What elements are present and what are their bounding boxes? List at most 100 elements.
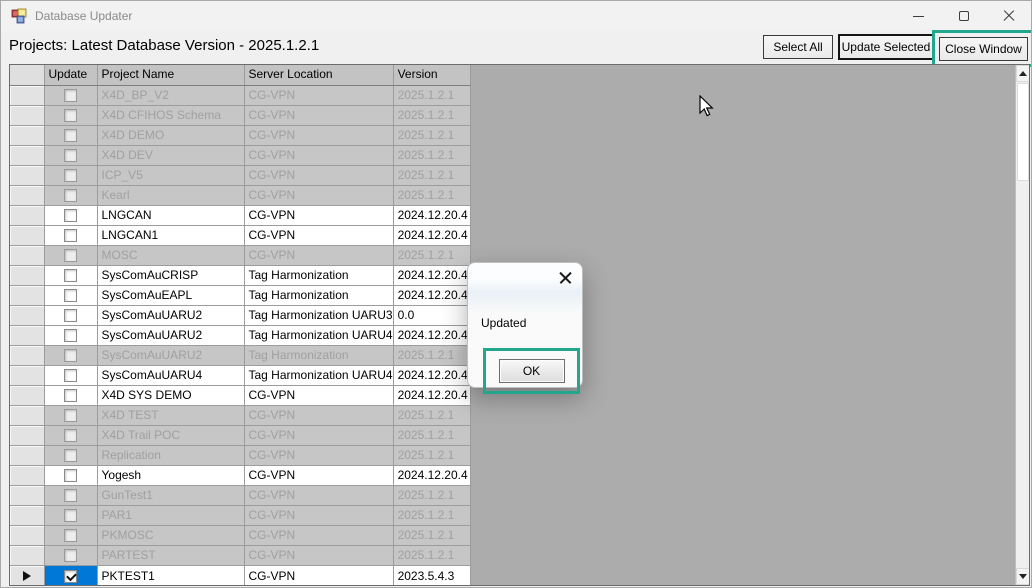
update-checkbox-cell[interactable] (44, 145, 97, 165)
project-name-cell[interactable]: SysComAuEAPL (97, 285, 244, 305)
update-checkbox[interactable] (64, 229, 77, 242)
version-cell[interactable]: 2025.1.2.1 (393, 525, 470, 545)
row-header-cell[interactable] (10, 505, 44, 525)
select-all-button[interactable]: Select All (763, 35, 833, 59)
row-header-cell[interactable] (10, 485, 44, 505)
row-header-cell[interactable] (10, 385, 44, 405)
update-checkbox-cell[interactable] (44, 405, 97, 425)
row-header-cell[interactable] (10, 85, 44, 105)
project-name-cell[interactable]: MOSC (97, 245, 244, 265)
update-checkbox-cell[interactable] (44, 505, 97, 525)
server-location-cell[interactable]: CG-VPN (244, 405, 393, 425)
server-location-cell[interactable]: CG-VPN (244, 485, 393, 505)
project-name-cell[interactable]: LNGCAN1 (97, 225, 244, 245)
version-cell[interactable]: 2025.1.2.1 (393, 425, 470, 445)
scroll-up-button[interactable] (1016, 65, 1030, 82)
update-checkbox-cell[interactable] (44, 365, 97, 385)
row-header-cell[interactable] (10, 365, 44, 385)
version-cell[interactable]: 2025.1.2.1 (393, 85, 470, 105)
server-location-cell[interactable]: Tag Harmonization (244, 265, 393, 285)
row-header-cell[interactable] (10, 125, 44, 145)
update-checkbox-cell[interactable] (44, 465, 97, 485)
update-checkbox-cell[interactable] (44, 185, 97, 205)
column-header-row-selector[interactable] (10, 65, 44, 85)
version-cell[interactable]: 2025.1.2.1 (393, 145, 470, 165)
server-location-cell[interactable]: CG-VPN (244, 125, 393, 145)
row-header-cell[interactable] (10, 565, 44, 586)
project-name-cell[interactable]: SysComAuUARU2 (97, 345, 244, 365)
close-window-button[interactable]: Close Window (939, 37, 1028, 61)
project-name-cell[interactable]: Kearl (97, 185, 244, 205)
update-checkbox[interactable] (64, 289, 77, 302)
server-location-cell[interactable]: CG-VPN (244, 545, 393, 565)
project-name-cell[interactable]: Yogesh (97, 465, 244, 485)
row-header-cell[interactable] (10, 165, 44, 185)
version-cell[interactable]: 2024.12.20.4 (393, 205, 470, 225)
update-checkbox[interactable] (64, 129, 77, 142)
update-selected-button[interactable]: Update Selected (838, 34, 934, 60)
update-checkbox[interactable] (64, 169, 77, 182)
update-checkbox[interactable] (64, 570, 77, 583)
project-name-cell[interactable]: PKTEST1 (97, 565, 244, 586)
version-cell[interactable]: 2025.1.2.1 (393, 105, 470, 125)
update-checkbox-cell[interactable] (44, 265, 97, 285)
row-header-cell[interactable] (10, 245, 44, 265)
row-header-cell[interactable] (10, 185, 44, 205)
server-location-cell[interactable]: CG-VPN (244, 385, 393, 405)
row-header-cell[interactable] (10, 305, 44, 325)
project-name-cell[interactable]: LNGCAN (97, 205, 244, 225)
minimize-button[interactable] (896, 1, 941, 31)
version-cell[interactable]: 2025.1.2.1 (393, 485, 470, 505)
server-location-cell[interactable]: CG-VPN (244, 205, 393, 225)
version-cell[interactable]: 2025.1.2.1 (393, 445, 470, 465)
server-location-cell[interactable]: CG-VPN (244, 225, 393, 245)
update-checkbox[interactable] (64, 349, 77, 362)
server-location-cell[interactable]: Tag Harmonization (244, 285, 393, 305)
update-checkbox-cell[interactable] (44, 85, 97, 105)
update-checkbox-cell[interactable] (44, 345, 97, 365)
server-location-cell[interactable]: CG-VPN (244, 525, 393, 545)
server-location-cell[interactable]: Tag Harmonization UARU4 (244, 365, 393, 385)
ok-button[interactable]: OK (499, 359, 565, 383)
project-name-cell[interactable]: ICP_V5 (97, 165, 244, 185)
maximize-button[interactable] (941, 1, 986, 31)
update-checkbox[interactable] (64, 469, 77, 482)
server-location-cell[interactable]: Tag Harmonization UARU3 (244, 305, 393, 325)
update-checkbox-cell[interactable] (44, 125, 97, 145)
update-checkbox[interactable] (64, 529, 77, 542)
update-checkbox[interactable] (64, 489, 77, 502)
server-location-cell[interactable]: CG-VPN (244, 565, 393, 586)
version-cell[interactable]: 2025.1.2.1 (393, 505, 470, 525)
update-checkbox[interactable] (64, 209, 77, 222)
update-checkbox[interactable] (64, 389, 77, 402)
update-checkbox-cell[interactable] (44, 445, 97, 465)
column-header-server-location[interactable]: Server Location (244, 65, 393, 85)
row-header-cell[interactable] (10, 405, 44, 425)
update-checkbox[interactable] (64, 449, 77, 462)
update-checkbox[interactable] (64, 269, 77, 282)
project-name-cell[interactable]: GunTest1 (97, 485, 244, 505)
update-checkbox-cell[interactable] (44, 525, 97, 545)
row-header-cell[interactable] (10, 465, 44, 485)
update-checkbox-cell[interactable] (44, 285, 97, 305)
update-checkbox-cell[interactable] (44, 485, 97, 505)
update-checkbox[interactable] (64, 549, 77, 562)
version-cell[interactable]: 2024.12.20.4 (393, 325, 470, 345)
project-name-cell[interactable]: X4D Trail POC (97, 425, 244, 445)
project-name-cell[interactable]: X4D DEMO (97, 125, 244, 145)
project-name-cell[interactable]: X4D SYS DEMO (97, 385, 244, 405)
dialog-close-icon[interactable] (559, 271, 572, 284)
server-location-cell[interactable]: CG-VPN (244, 445, 393, 465)
update-checkbox[interactable] (64, 509, 77, 522)
update-checkbox-cell[interactable] (44, 205, 97, 225)
server-location-cell[interactable]: Tag Harmonization (244, 345, 393, 365)
version-cell[interactable]: 2024.12.20.4 (393, 385, 470, 405)
server-location-cell[interactable]: CG-VPN (244, 145, 393, 165)
server-location-cell[interactable]: CG-VPN (244, 505, 393, 525)
server-location-cell[interactable]: CG-VPN (244, 85, 393, 105)
scroll-down-button[interactable] (1016, 568, 1030, 585)
update-checkbox-cell[interactable] (44, 165, 97, 185)
row-header-cell[interactable] (10, 445, 44, 465)
server-location-cell[interactable]: Tag Harmonization UARU4 (244, 325, 393, 345)
project-name-cell[interactable]: X4D CFIHOS Schema (97, 105, 244, 125)
